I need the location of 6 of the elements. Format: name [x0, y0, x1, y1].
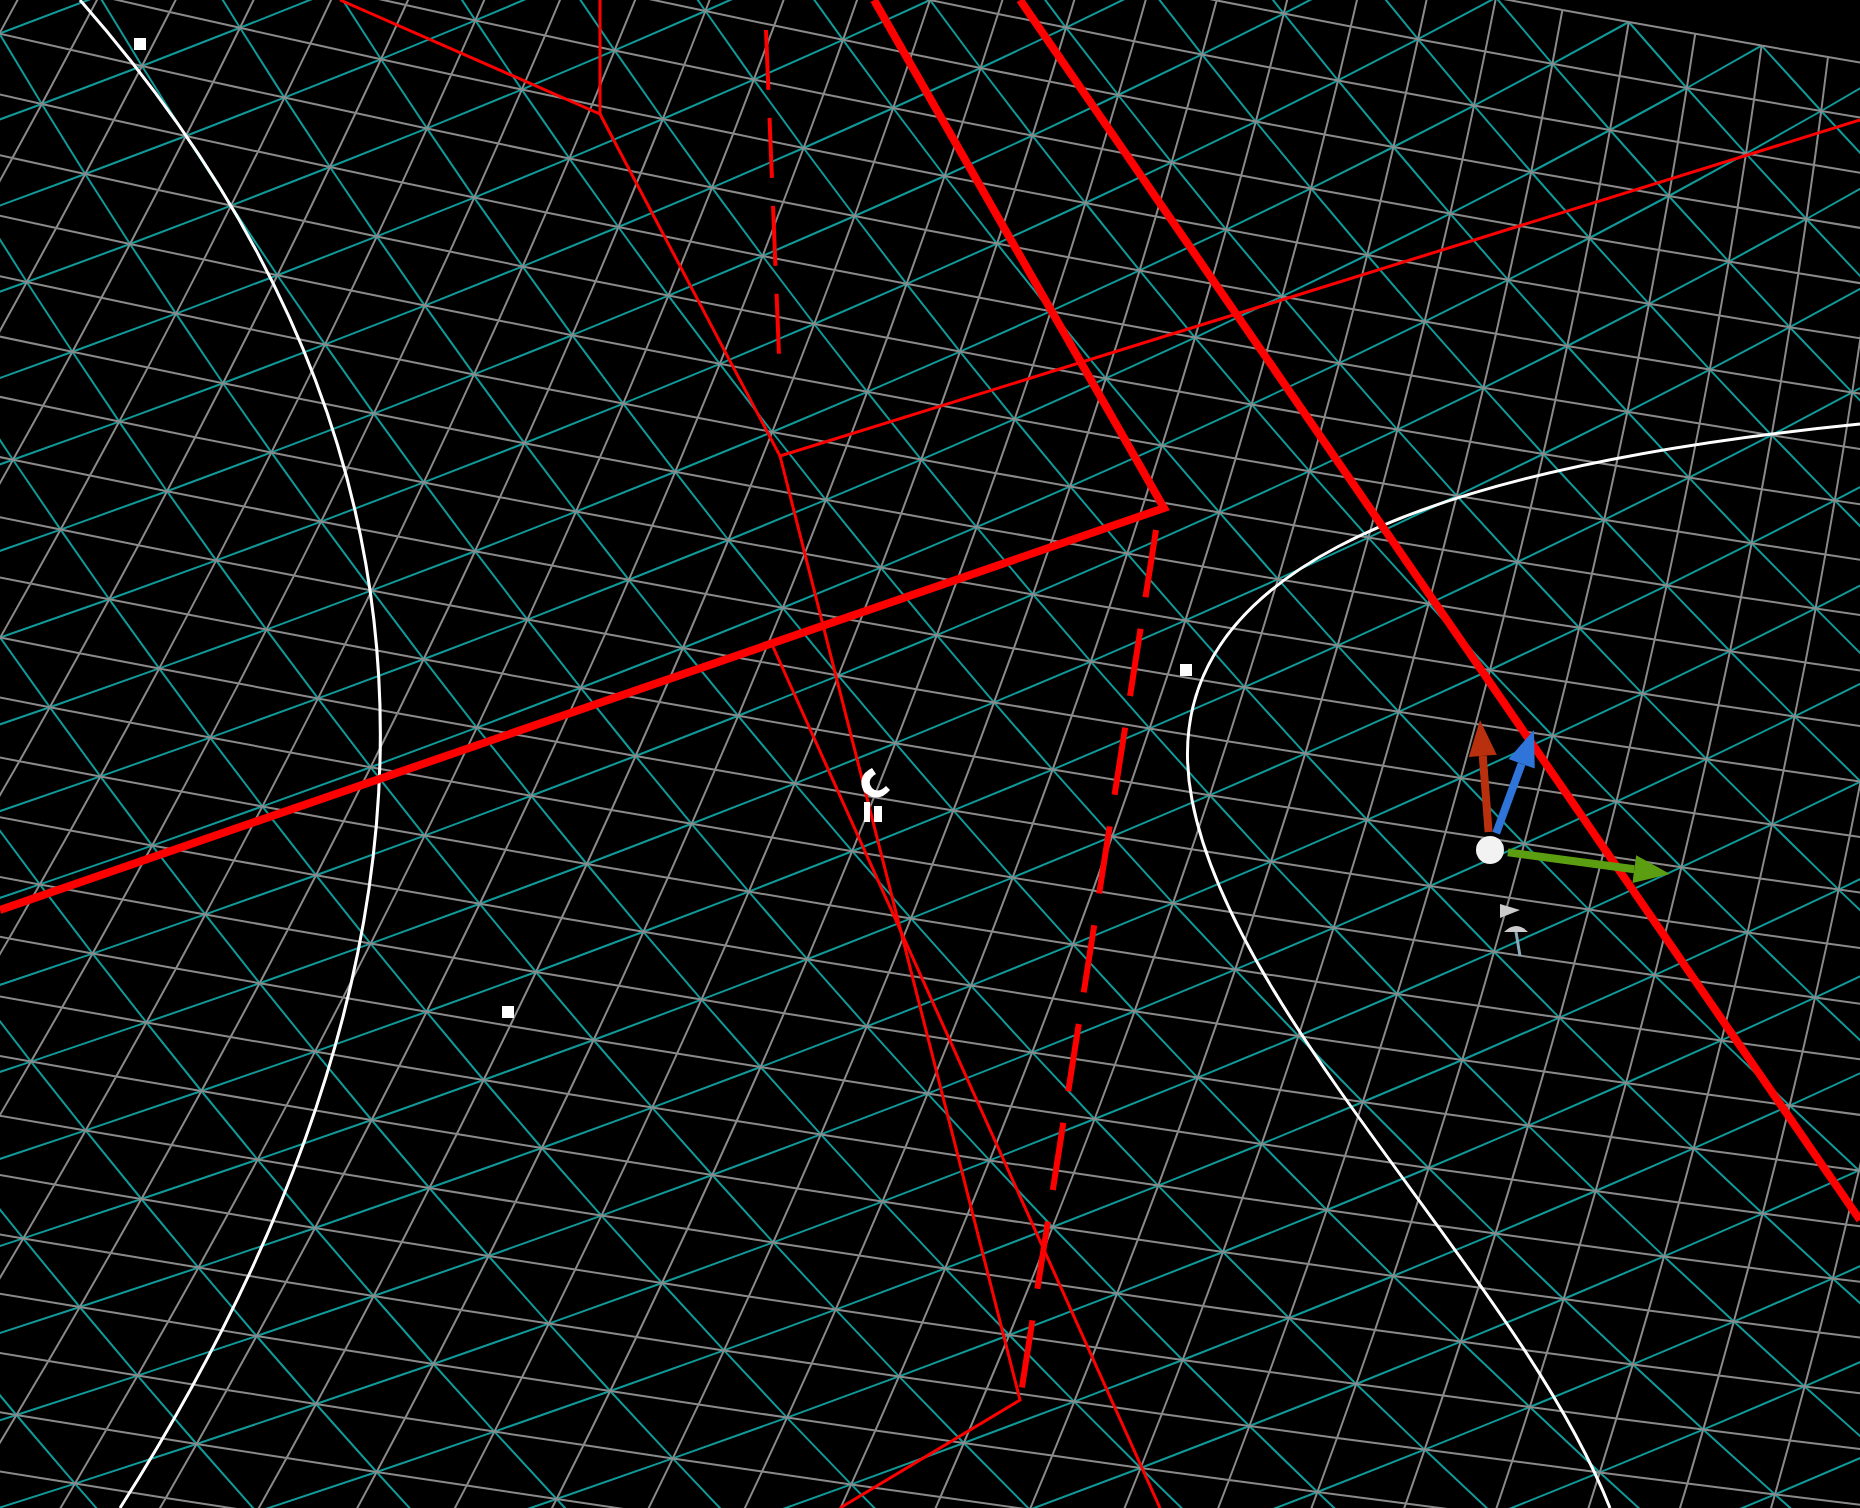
flag-icon: [1500, 904, 1528, 957]
axis-arrow[interactable]: [1492, 730, 1535, 835]
axis-arrow[interactable]: [1507, 848, 1670, 884]
marker-icon[interactable]: [861, 768, 890, 822]
axis-arrow[interactable]: [1468, 720, 1497, 833]
gizmo-handle[interactable]: [1476, 836, 1504, 864]
